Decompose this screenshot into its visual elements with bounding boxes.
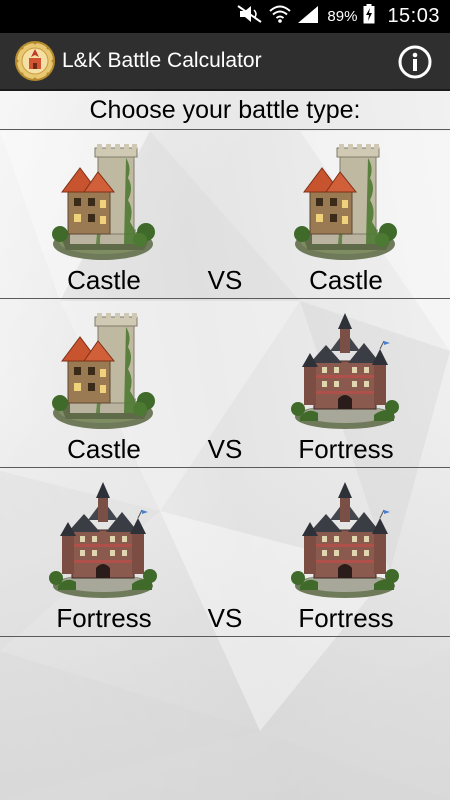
app-title: L&K Battle Calculator [62,49,262,72]
info-icon[interactable] [398,45,432,79]
fortress-icon [48,482,158,600]
attacker-label: Castle [67,434,141,464]
battery-percent: 89% [327,8,358,25]
status-bar: 89% 15:03 [0,0,450,33]
defender-label: Fortress [298,603,394,633]
castle-icon [48,313,158,431]
battle-option-castle-vs-fortress[interactable]: Castle VS Fortress [0,299,450,467]
defender-label: Fortress [298,434,394,464]
divider [0,636,450,637]
castle-icon [290,144,400,262]
app-bar: L&K Battle Calculator [0,33,450,91]
status-clock: 15:03 [387,5,440,27]
crest-logo-icon [14,40,56,82]
vs-label: VS [207,265,243,295]
attacker-label: Castle [67,265,141,295]
battery-charging-icon [363,4,375,29]
fortress-icon [290,482,400,600]
battle-option-castle-vs-castle[interactable]: Castle VS Castle [0,130,450,298]
castle-icon [48,144,158,262]
fortress-icon [290,313,400,431]
vs-label: VS [207,603,243,633]
mute-icon [237,5,263,28]
defender-label: Castle [309,265,383,295]
signal-icon [297,5,319,28]
battle-option-fortress-vs-fortress[interactable]: Fortress VS Fortress [0,468,450,636]
battle-type-screen: Choose your battle type: Castle VS Castl… [0,91,450,800]
page-title: Choose your battle type: [89,96,361,124]
wifi-icon [269,5,292,28]
vs-label: VS [207,434,243,464]
attacker-label: Fortress [56,603,152,633]
